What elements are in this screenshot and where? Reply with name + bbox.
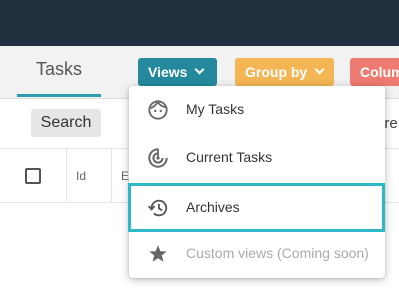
tab-active-indicator	[17, 94, 101, 97]
column-header-id[interactable]: Id	[76, 169, 86, 183]
top-app-bar	[0, 0, 399, 46]
group-by-button[interactable]: Group by	[235, 58, 334, 86]
select-all-checkbox[interactable]	[25, 168, 41, 184]
search-button[interactable]: Search	[31, 109, 101, 137]
menu-item-label: Archives	[186, 199, 240, 215]
views-button-label: Views	[148, 64, 188, 80]
menu-item-my-tasks[interactable]: My Tasks	[129, 86, 385, 134]
menu-item-custom-views: Custom views (Coming soon)	[129, 230, 385, 278]
views-button[interactable]: Views	[138, 58, 217, 86]
group-by-button-label: Group by	[245, 64, 308, 80]
tab-tasks[interactable]: Tasks	[17, 46, 101, 98]
columns-button[interactable]: Colum	[350, 58, 399, 86]
menu-item-label: Custom views (Coming soon)	[186, 245, 369, 261]
column-divider	[66, 149, 67, 204]
column-divider	[111, 149, 112, 204]
views-dropdown-menu: My Tasks Current Tasks Archives Custom v…	[128, 86, 385, 278]
target-icon	[148, 148, 168, 168]
menu-item-label: Current Tasks	[186, 149, 273, 165]
chevron-down-icon	[194, 64, 205, 75]
star-icon	[149, 245, 167, 262]
history-icon	[147, 199, 168, 217]
column-header-e[interactable]: E	[121, 169, 129, 183]
tab-tasks-label: Tasks	[35, 59, 82, 79]
columns-button-label: Colum	[360, 64, 399, 80]
chevron-down-icon	[314, 64, 325, 75]
menu-item-archives[interactable]: Archives	[128, 183, 385, 232]
face-icon	[148, 99, 168, 120]
menu-item-label: My Tasks	[186, 101, 245, 117]
menu-item-current-tasks[interactable]: Current Tasks	[129, 134, 385, 182]
